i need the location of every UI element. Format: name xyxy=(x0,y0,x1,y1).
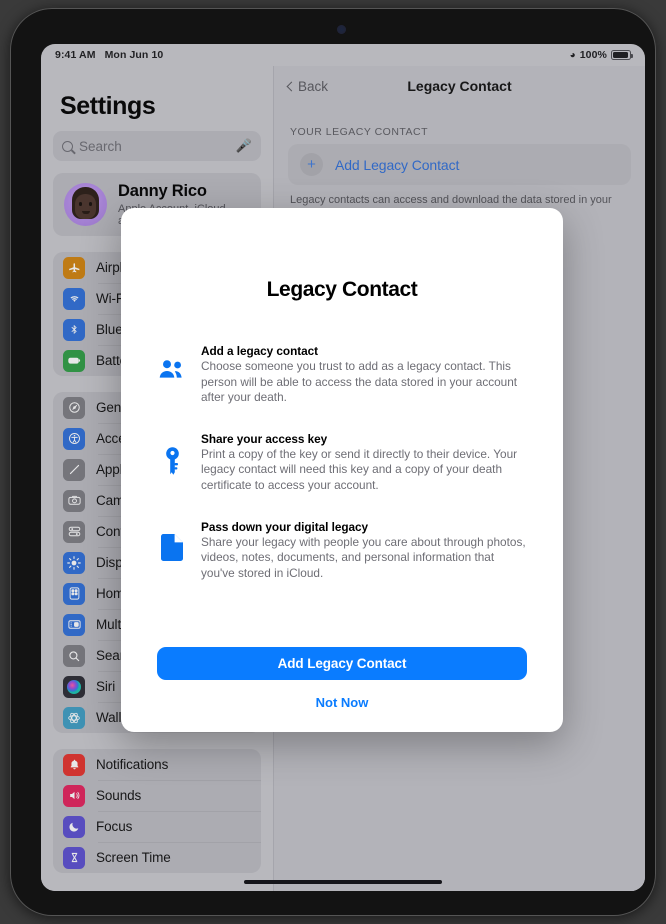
modal-title: Legacy Contact xyxy=(266,278,418,301)
modal-feature: Pass down your digital legacy Share your … xyxy=(157,520,527,582)
front-camera-icon xyxy=(337,25,346,34)
feature-title: Share your access key xyxy=(201,431,328,446)
ipad-screen: 9:41 AM Mon Jun 10 ◕ 100% Settings Searc… xyxy=(41,44,645,891)
key-icon xyxy=(157,432,187,476)
legacy-contact-modal: Legacy Contact Add a legacy contact Choos… xyxy=(121,208,563,732)
modal-feature: Add a legacy contact Choose someone you t… xyxy=(157,344,527,406)
feature-title: Add a legacy contact xyxy=(201,344,319,358)
modal-actions: Add Legacy Contact Not Now xyxy=(157,647,527,732)
device-frame: 9:41 AM Mon Jun 10 ◕ 100% Settings Searc… xyxy=(10,8,656,916)
document-icon xyxy=(157,520,187,561)
home-indicator[interactable] xyxy=(244,880,442,884)
two-people-icon xyxy=(157,344,187,379)
feature-description: Print a copy of the key or send it direc… xyxy=(201,446,518,492)
not-now-button[interactable]: Not Now xyxy=(157,695,527,710)
feature-description: Share your legacy with people you care a… xyxy=(201,534,526,580)
feature-description: Choose someone you trust to add as a leg… xyxy=(201,359,518,405)
feature-title: Pass down your digital legacy xyxy=(201,519,369,534)
modal-feature-list: Add a legacy contact Choose someone you t… xyxy=(157,344,527,581)
add-legacy-contact-button[interactable]: Add Legacy Contact xyxy=(157,647,527,680)
modal-feature: Share your access key Print a copy of the… xyxy=(157,432,527,494)
